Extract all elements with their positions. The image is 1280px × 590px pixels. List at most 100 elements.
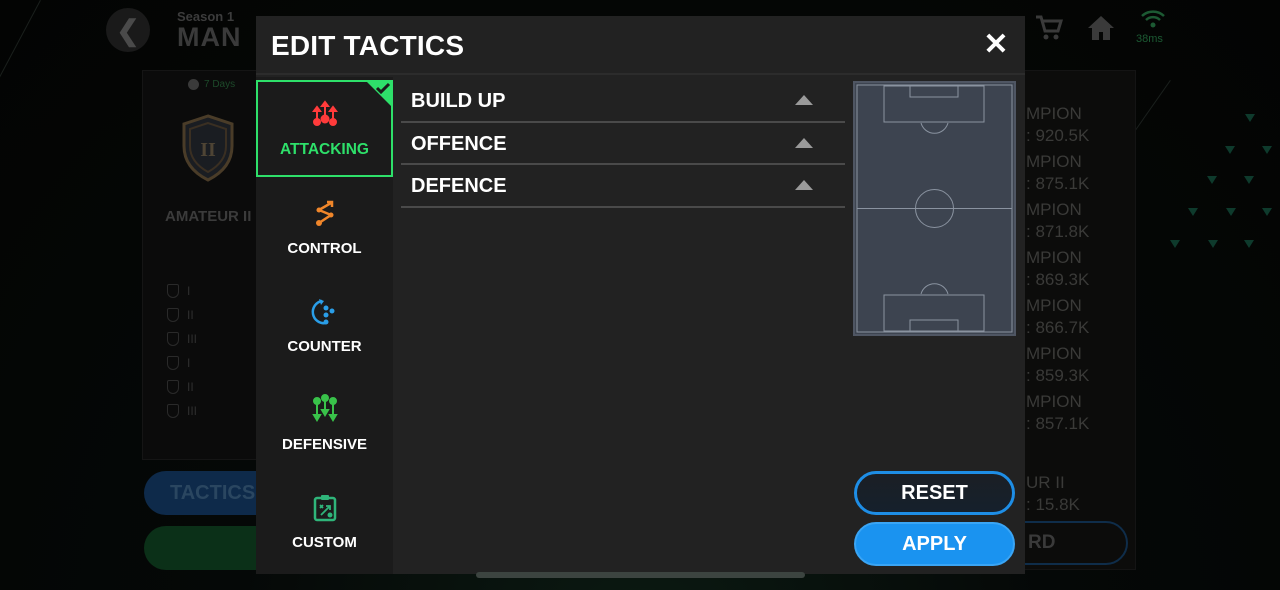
edit-tactics-modal: EDIT TACTICS ✕ ATTACKING CONTROL COUNTER… — [256, 16, 1025, 574]
sidebar-item-label: DEFENSIVE — [281, 435, 368, 453]
close-button[interactable]: ✕ — [982, 30, 1010, 60]
back-icon: ❮ — [116, 14, 140, 46]
play-button[interactable] — [144, 526, 264, 570]
entry-title: MPION — [1026, 104, 1082, 123]
rank-tier-row: I — [167, 284, 190, 298]
leaderboard-button[interactable]: RD — [1010, 521, 1128, 565]
counter-icon — [311, 298, 334, 324]
days-remaining: 7 Days — [188, 79, 235, 90]
modal-header: EDIT TACTICS ✕ — [256, 16, 1025, 75]
section-label: OFFENCE — [411, 132, 507, 155]
entry-title: UR II — [1026, 473, 1065, 492]
sidebar-item-label: CUSTOM — [292, 533, 357, 551]
decor-triangle — [1226, 208, 1236, 216]
section-build-up[interactable]: BUILD UP — [401, 80, 845, 123]
decor-triangle — [1244, 176, 1254, 184]
entry-title: MPION — [1026, 248, 1082, 267]
section-defence[interactable]: DEFENCE — [401, 165, 845, 208]
entry-value: : 875.1K — [1026, 174, 1090, 193]
rank-shield-icon: II — [182, 114, 234, 182]
tier-label: III — [187, 332, 198, 346]
sidebar-item-custom[interactable]: CUSTOM — [256, 473, 393, 569]
entry-value: : 920.5K — [1026, 126, 1090, 145]
rank-tiers: I II III I II III — [153, 262, 257, 452]
tactics-button[interactable]: TACTICS — [144, 471, 264, 515]
sidebar-item-counter[interactable]: COUNTER — [256, 277, 393, 373]
tactic-sidebar: ATTACKING CONTROL COUNTER DEFENSIVE CUST… — [256, 77, 393, 574]
attacking-icon — [311, 99, 338, 126]
tactic-sections: BUILD UP OFFENCE DEFENCE — [401, 80, 845, 208]
ping-readout: 38ms — [1136, 33, 1163, 45]
sidebar-item-defensive[interactable]: DEFENSIVE — [256, 375, 393, 471]
decor-triangle — [1170, 240, 1180, 248]
pitch-preview — [853, 81, 1016, 336]
decor-triangle — [1262, 208, 1272, 216]
reset-button[interactable]: RESET — [854, 471, 1015, 515]
section-label: BUILD UP — [411, 90, 506, 112]
tier-shield-icon — [167, 308, 179, 322]
tier-shield-icon — [167, 356, 179, 370]
pitch-lines — [856, 84, 1013, 333]
decor-triangle — [1188, 208, 1198, 216]
modal-title: EDIT TACTICS — [271, 30, 465, 61]
leaderboard-entry: MPION : 866.7K — [1026, 295, 1089, 339]
entry-value: : 869.3K — [1026, 270, 1090, 289]
section-offence[interactable]: OFFENCE — [401, 123, 845, 165]
decor-triangle — [1262, 146, 1272, 154]
chevron-up-icon — [795, 95, 813, 105]
leaderboard-entry: MPION : 857.1K — [1026, 391, 1089, 435]
leaderboard-entry: MPION: 859.3K — [1026, 343, 1089, 387]
sidebar-item-attacking[interactable]: ATTACKING — [256, 80, 393, 177]
decor-triangle — [1225, 146, 1235, 154]
chevron-up-icon — [795, 137, 813, 148]
close-icon: ✕ — [983, 28, 1009, 61]
home-indicator[interactable] — [476, 572, 805, 578]
tier-shield-icon — [167, 284, 179, 298]
tier-label: I — [187, 284, 191, 298]
home-icon[interactable] — [1087, 14, 1115, 49]
entry-title: MPION — [1026, 344, 1082, 363]
back-button[interactable]: ❮ — [106, 8, 150, 52]
rank-tier-row: I — [167, 356, 190, 370]
cart-icon[interactable] — [1034, 14, 1064, 49]
leaderboard-entry: MPION : 869.3K — [1026, 247, 1089, 291]
sidebar-item-label: COUNTER — [287, 337, 362, 355]
apply-button[interactable]: APPLY — [854, 522, 1015, 566]
rank-tier-row: II — [167, 308, 194, 322]
decor-triangle — [1207, 176, 1217, 184]
rank-label: AMATEUR II — [165, 208, 252, 225]
entry-title: MPION — [1026, 152, 1082, 171]
rank-tier-row: II — [167, 380, 194, 394]
tier-shield-icon — [167, 404, 179, 418]
season-title: MAN — [177, 22, 242, 52]
tier-shield-icon — [167, 332, 179, 346]
own-rank-entry: UR II : 15.8K — [1026, 472, 1080, 516]
sidebar-item-label: CONTROL — [287, 239, 362, 257]
entry-value: : 866.7K — [1026, 318, 1090, 337]
entry-value: : 871.8K — [1026, 222, 1090, 241]
tier-label: II — [187, 380, 194, 394]
leaderboard-entry: MPION : 875.1K — [1026, 151, 1089, 195]
tier-label: I — [187, 356, 191, 370]
rank-tier-row: III — [167, 404, 197, 418]
decor-triangle — [1245, 114, 1255, 122]
tier-label: II — [187, 308, 194, 322]
defensive-icon — [311, 393, 338, 422]
entry-title: MPION — [1026, 296, 1082, 315]
clock-icon — [188, 79, 199, 90]
sidebar-item-control[interactable]: CONTROL — [256, 179, 393, 275]
entry-value: : 857.1K — [1026, 414, 1090, 433]
tier-label: III — [187, 404, 198, 418]
custom-icon — [313, 494, 336, 521]
entry-title: MPION — [1026, 392, 1082, 411]
days-label: 7 Days — [204, 79, 236, 90]
selected-check-icon — [365, 80, 393, 108]
leaderboard-entry: MPION : 920.5K — [1026, 103, 1089, 147]
rank-tier-row: III — [167, 332, 197, 346]
entry-title: MPION — [1026, 200, 1082, 219]
wifi-icon — [1141, 10, 1165, 28]
entry-value: : 15.8K — [1026, 495, 1080, 514]
decor-triangle — [1208, 240, 1218, 248]
svg-text:II: II — [200, 139, 216, 161]
sidebar-item-label: ATTACKING — [280, 140, 369, 158]
